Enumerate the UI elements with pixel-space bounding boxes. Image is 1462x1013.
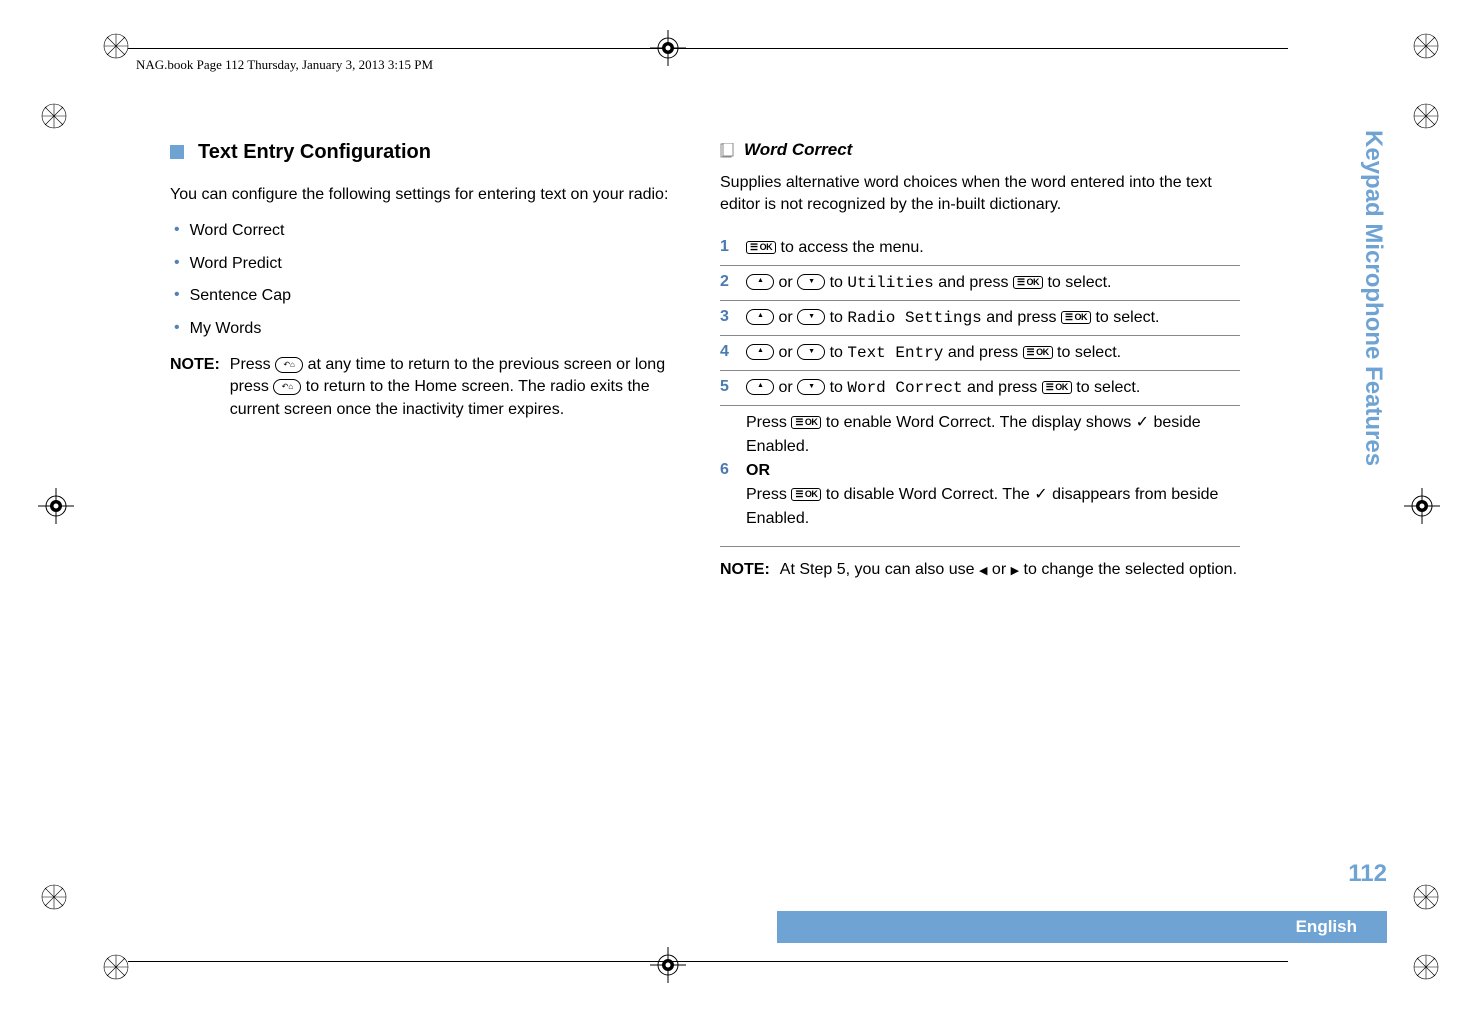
right-arrow-icon (1011, 561, 1019, 578)
frame-bottom (128, 961, 1288, 965)
back-key-icon: ↶⌂ (273, 379, 301, 395)
step-number: 4 (720, 341, 734, 363)
radial-mark (1410, 100, 1442, 132)
radial-mark (38, 100, 70, 132)
bullet-dot-icon: • (174, 253, 180, 275)
subsection-title-text: Word Correct (744, 138, 852, 162)
step-item: 2 or to Utilities and press ☰ OK to sele… (720, 266, 1240, 301)
menu-path: Word Correct (847, 379, 962, 397)
radial-mark (100, 30, 132, 62)
step-text: or to Text Entry and press ☰ OK to selec… (746, 341, 1240, 365)
up-key-icon (746, 379, 774, 395)
bullet-dot-icon: • (174, 220, 180, 242)
ok-key-icon: ☰ OK (1023, 346, 1053, 359)
note-text: Press ↶⌂ at any time to return to the pr… (230, 354, 680, 421)
frame-top (128, 48, 1288, 52)
step-text: or to Utilities and press ☰ OK to select… (746, 271, 1240, 295)
header-meta: NAG.book Page 112 Thursday, January 3, 2… (136, 57, 433, 73)
bullet-text: Word Correct (190, 220, 285, 242)
note-text: At Step 5, you can also use or to change… (780, 559, 1240, 581)
bullet-item: • My Words (174, 318, 680, 340)
step-item: 4 or to Text Entry and press ☰ OK to sel… (720, 336, 1240, 371)
subsection-intro: Supplies alternative word choices when t… (720, 172, 1240, 217)
bullet-item: • Word Predict (174, 253, 680, 275)
step-number: 1 (720, 236, 734, 258)
register-mark-top (650, 30, 686, 66)
menu-path: Utilities (847, 274, 933, 292)
bullet-item: • Word Correct (174, 220, 680, 242)
ok-key-icon: ☰ OK (791, 416, 821, 429)
up-key-icon (746, 309, 774, 325)
down-key-icon (797, 344, 825, 360)
side-tab-title: Keypad Microphone Features (1353, 130, 1387, 650)
radial-mark (38, 881, 70, 913)
radial-mark (1410, 30, 1442, 62)
step-item: 6 Press ☰ OK to enable Word Correct. The… (720, 406, 1240, 536)
check-icon: ✓ (1136, 414, 1149, 431)
check-icon: ✓ (1034, 486, 1047, 503)
section-title-text: Text Entry Configuration (198, 138, 431, 166)
note-label: NOTE: (170, 354, 220, 421)
note-block: NOTE: Press ↶⌂ at any time to return to … (170, 354, 680, 421)
up-key-icon (746, 344, 774, 360)
bullet-text: My Words (190, 318, 262, 340)
step-item: 1 ☰ OK to access the menu. (720, 231, 1240, 266)
register-mark-bottom (650, 947, 686, 983)
radial-mark (1410, 881, 1442, 913)
divider (720, 546, 1240, 547)
bullet-dot-icon: • (174, 285, 180, 307)
step-item: 5 or to Word Correct and press ☰ OK to s… (720, 371, 1240, 406)
step-list: 1 ☰ OK to access the menu. 2 or to Utili… (720, 231, 1240, 536)
menu-path: Radio Settings (847, 309, 981, 327)
ok-key-icon: ☰ OK (791, 488, 821, 501)
up-key-icon (746, 274, 774, 290)
down-key-icon (797, 274, 825, 290)
register-mark-right (1404, 488, 1440, 524)
subsection-title: Word Correct (720, 138, 1240, 162)
document-icon (720, 142, 734, 158)
step-text: ☰ OK to access the menu. (746, 236, 1240, 260)
bullet-item: • Sentence Cap (174, 285, 680, 307)
down-key-icon (797, 309, 825, 325)
note-block: NOTE: At Step 5, you can also use or to … (720, 559, 1240, 581)
left-column: Text Entry Configuration You can configu… (170, 138, 680, 591)
right-column: Word Correct Supplies alternative word c… (720, 138, 1240, 591)
ok-key-icon: ☰ OK (1042, 381, 1072, 394)
page-number: 112 (1348, 860, 1387, 888)
step-text: or to Radio Settings and press ☰ OK to s… (746, 306, 1240, 330)
intro-text: You can configure the following settings… (170, 184, 680, 206)
step-number: 6 (720, 459, 734, 481)
note-label: NOTE: (720, 559, 770, 581)
menu-path: Text Entry (847, 344, 943, 362)
down-key-icon (797, 379, 825, 395)
step-text: Press ☰ OK to enable Word Correct. The d… (746, 411, 1240, 531)
bullet-text: Sentence Cap (190, 285, 291, 307)
ok-key-icon: ☰ OK (1061, 311, 1091, 324)
bullet-text: Word Predict (190, 253, 282, 275)
radial-mark (100, 951, 132, 983)
bullet-dot-icon: • (174, 318, 180, 340)
step-item: 3 or to Radio Settings and press ☰ OK to… (720, 301, 1240, 336)
or-label: OR (746, 462, 770, 479)
bullet-list: • Word Correct • Word Predict • Sentence Ca… (174, 220, 680, 340)
section-title: Text Entry Configuration (170, 138, 680, 166)
section-bullet-icon (170, 145, 184, 159)
page-content: Text Entry Configuration You can configu… (170, 138, 1266, 591)
step-number: 2 (720, 271, 734, 293)
step-number: 3 (720, 306, 734, 328)
ok-key-icon: ☰ OK (746, 241, 776, 254)
ok-key-icon: ☰ OK (1013, 276, 1043, 289)
step-number: 5 (720, 376, 734, 398)
footer-language: English (777, 911, 1387, 943)
radial-mark (1410, 951, 1442, 983)
step-text: or to Word Correct and press ☰ OK to sel… (746, 376, 1240, 400)
register-mark-left (38, 488, 74, 524)
back-key-icon: ↶⌂ (275, 357, 303, 373)
